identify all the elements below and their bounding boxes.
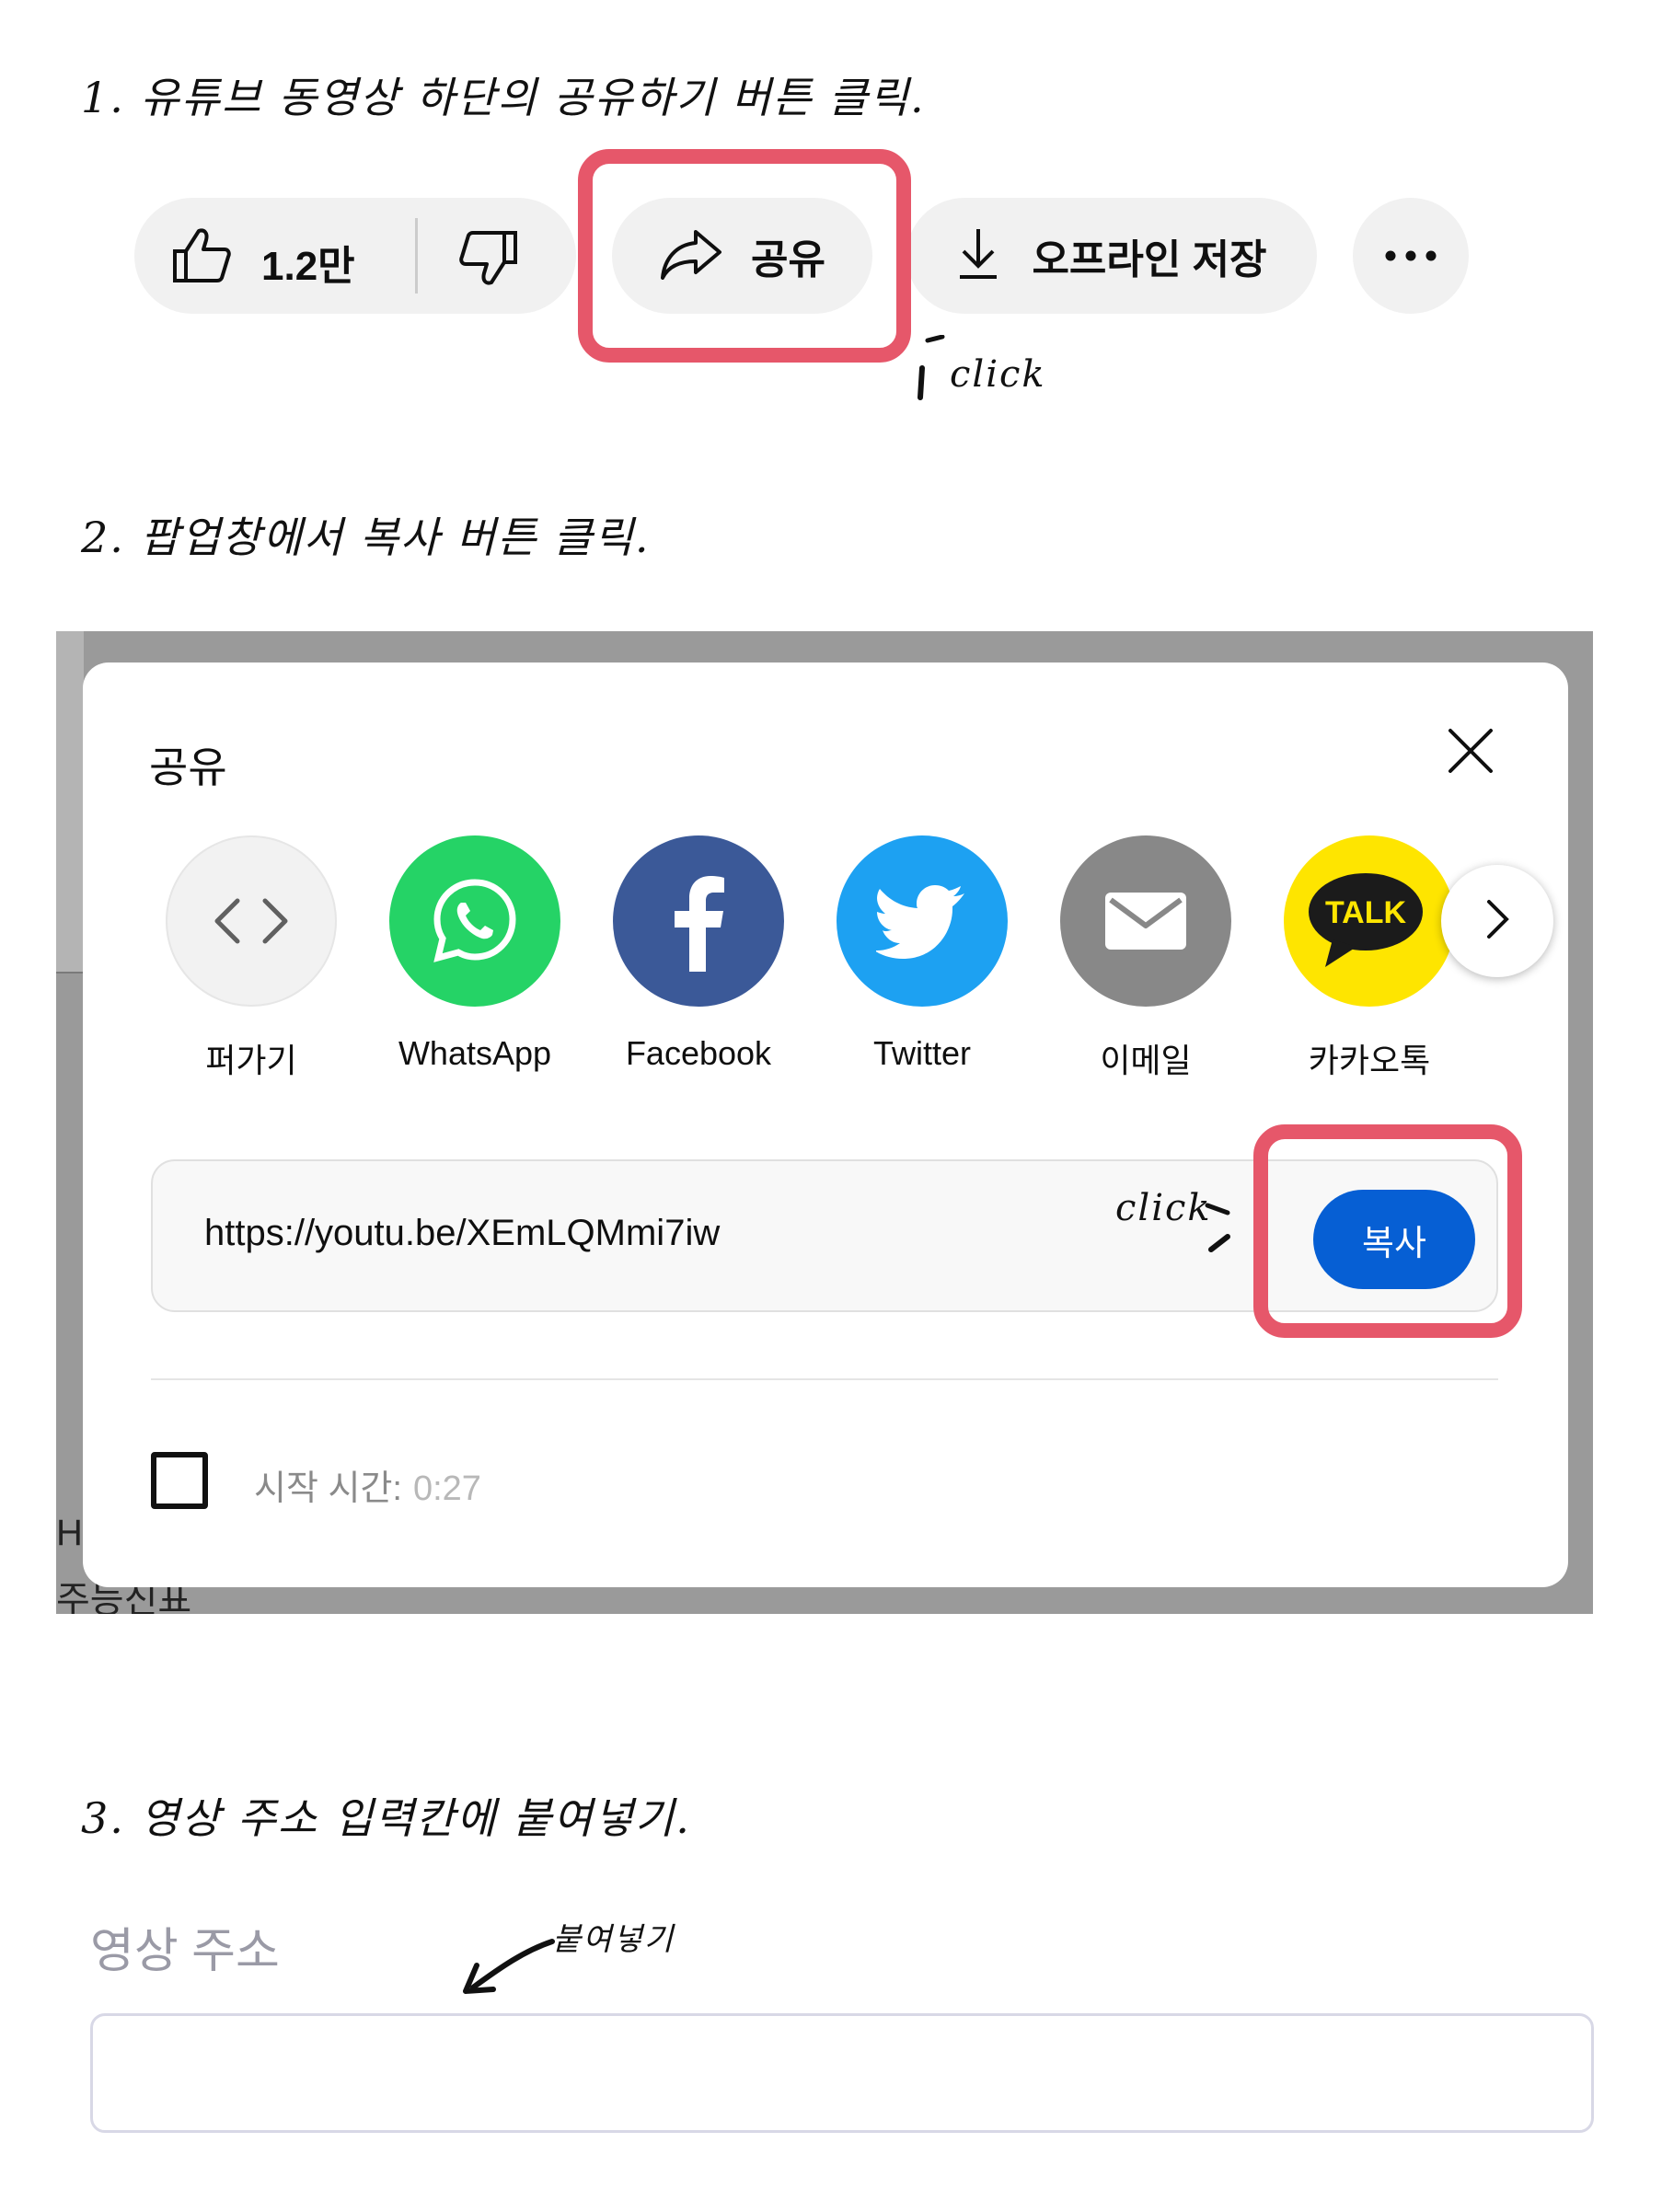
offline-save-label: 오프라인 저장 (1032, 237, 1267, 282)
dialog-title: 공유 (149, 743, 227, 791)
click-tick-marks (918, 335, 945, 400)
share-highlight-box (578, 149, 911, 363)
more-dots-icon (1385, 248, 1437, 265)
kakaotalk-icon[interactable]: TALK (1284, 835, 1455, 1007)
next-targets-button[interactable] (1441, 865, 1553, 977)
bg-panel (56, 631, 84, 972)
whatsapp-icon[interactable] (389, 835, 560, 1007)
share-target-twitter[interactable]: Twitter (837, 835, 1008, 1073)
share-target-label: Facebook (625, 1034, 772, 1072)
paste-annotation: 붙여넣기 (552, 1921, 675, 1958)
offline-save-button[interactable]: 오프라인 저장 (906, 198, 1317, 314)
dialog-divider (151, 1378, 1498, 1380)
video-address-label: 영상 주소 (90, 1925, 280, 1978)
thumbs-down-icon[interactable] (458, 229, 519, 290)
click-annotation-copy: click (1115, 1187, 1212, 1229)
like-count[interactable]: 1.2만 (261, 233, 355, 292)
step2-instruction: 2. 팝업창에서 복사 버튼 클릭. (81, 513, 651, 562)
start-time-label: 시작 시간: 0:27 (254, 1459, 481, 1510)
thumbs-up-icon[interactable] (171, 227, 232, 288)
step3-instruction: 3. 영상 주소 입력칸에 붙여넣기. (81, 1793, 691, 1843)
share-target-facebook[interactable]: Facebook (613, 835, 784, 1073)
paste-arrow-icon (463, 1939, 555, 1994)
facebook-icon[interactable] (613, 835, 784, 1007)
embed-icon[interactable] (166, 835, 337, 1007)
share-target-label: 카카오톡 (1308, 1042, 1431, 1079)
more-options-button[interactable] (1353, 198, 1469, 314)
close-icon[interactable] (1443, 723, 1498, 778)
start-time-value[interactable]: 0:27 (413, 1469, 481, 1508)
share-target-embed[interactable]: 퍼가기 (166, 835, 337, 1082)
bg-text-fragment: H (56, 1513, 83, 1553)
download-icon (956, 227, 1000, 284)
start-time-label-text: 시작 시간: (254, 1469, 402, 1508)
share-target-label: 퍼가기 (205, 1042, 297, 1079)
share-target-kakaotalk[interactable]: TALK 카카오톡 (1284, 835, 1455, 1082)
share-target-label: 이메일 (1100, 1042, 1192, 1079)
twitter-icon[interactable] (837, 835, 1008, 1007)
share-target-label: Twitter (872, 1034, 971, 1072)
kakao-talk-badge: TALK (1325, 895, 1407, 930)
copy-highlight-box (1253, 1124, 1522, 1338)
share-target-whatsapp[interactable]: WhatsApp (389, 835, 560, 1073)
start-time-checkbox[interactable] (151, 1452, 208, 1509)
share-target-email[interactable]: 이메일 (1060, 835, 1231, 1082)
like-divider (415, 218, 418, 294)
click-annotation-share: click (950, 353, 1046, 396)
email-icon[interactable] (1060, 835, 1231, 1007)
video-address-input[interactable] (90, 2013, 1594, 2133)
like-dislike-pill: 1.2만 (134, 198, 576, 314)
chevron-right-icon (1483, 898, 1511, 944)
step1-instruction: 1. 유튜브 동영상 하단의 공유하기 버튼 클릭. (81, 73, 926, 122)
click-tick-marks (1205, 1203, 1230, 1252)
share-target-label: WhatsApp (398, 1034, 552, 1072)
bg-line (56, 972, 84, 974)
share-url-text: https://youtu.be/XEmLQMmi7iw (204, 1213, 721, 1253)
